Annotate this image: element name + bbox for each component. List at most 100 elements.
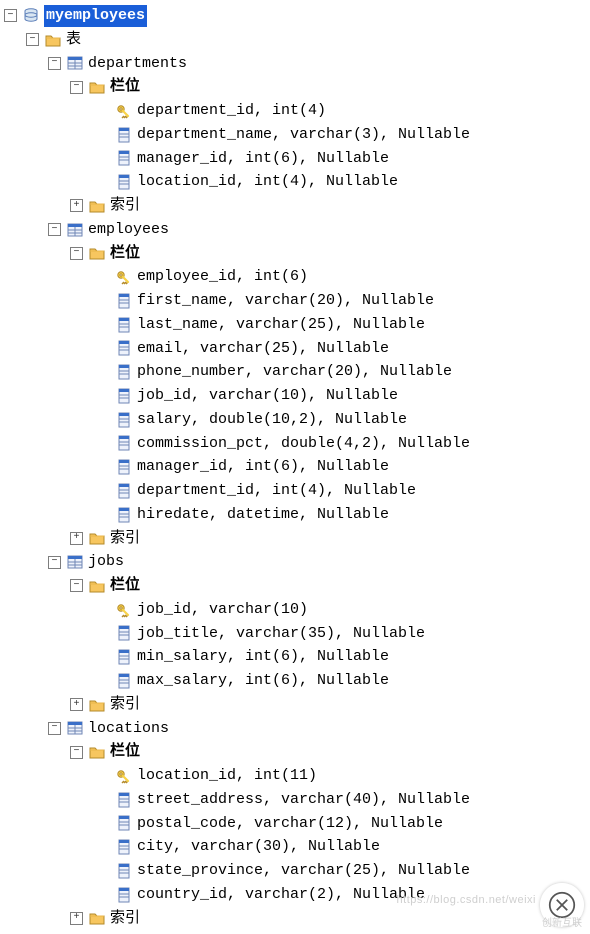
spacer [92,318,110,331]
collapse-icon[interactable]: − [70,746,83,759]
indexes-label: 索引 [110,195,140,217]
folder-icon [88,697,106,713]
table-node-jobs[interactable]: − jobs [4,550,590,574]
columns-node[interactable]: − 栏位 [4,740,590,764]
column-node[interactable]: city, varchar(30), Nullable [4,835,590,859]
column-node[interactable]: email, varchar(25), Nullable [4,337,590,361]
spacer [92,342,110,355]
table-node-locations[interactable]: − locations [4,717,590,741]
db-name[interactable]: myemployees [44,5,147,27]
schema-tree: − myemployees − 表 − departments − 栏位 dep… [4,4,590,930]
columns-node[interactable]: − 栏位 [4,574,590,598]
collapse-icon[interactable]: − [70,247,83,260]
column-node[interactable]: location_id, int(4), Nullable [4,170,590,194]
key-icon [115,103,133,119]
spacer [92,841,110,854]
collapse-icon[interactable]: − [26,33,39,46]
expand-icon[interactable]: + [70,199,83,212]
column-node[interactable]: min_salary, int(6), Nullable [4,645,590,669]
watermark-text: 创新互联 [542,917,582,932]
collapse-icon[interactable]: − [70,579,83,592]
collapse-icon[interactable]: − [70,81,83,94]
column-node[interactable]: max_salary, int(6), Nullable [4,669,590,693]
column-text: employee_id, int(6) [137,266,308,288]
table-icon [66,55,84,71]
folder-icon [88,910,106,926]
column-text: city, varchar(30), Nullable [137,836,380,858]
indexes-node[interactable]: + 索引 [4,907,590,931]
column-icon [115,459,133,475]
column-icon [115,150,133,166]
column-node[interactable]: manager_id, int(6), Nullable [4,455,590,479]
spacer [92,294,110,307]
folder-icon [88,530,106,546]
column-node[interactable]: state_province, varchar(25), Nullable [4,859,590,883]
column-node[interactable]: phone_number, varchar(20), Nullable [4,360,590,384]
column-text: manager_id, int(6), Nullable [137,456,389,478]
column-icon [115,340,133,356]
column-node[interactable]: last_name, varchar(25), Nullable [4,313,590,337]
folder-icon [88,245,106,261]
column-node[interactable]: job_id, varchar(10) [4,598,590,622]
expand-icon[interactable]: + [70,532,83,545]
column-node[interactable]: department_name, varchar(3), Nullable [4,123,590,147]
column-node[interactable]: department_id, int(4), Nullable [4,479,590,503]
collapse-icon[interactable]: − [48,223,61,236]
column-icon [115,839,133,855]
column-text: state_province, varchar(25), Nullable [137,860,470,882]
spacer [92,389,110,402]
expand-icon[interactable]: + [70,698,83,711]
column-icon [115,364,133,380]
collapse-icon[interactable]: − [48,722,61,735]
columns-label: 栏位 [110,575,140,597]
folder-icon [88,744,106,760]
folder-icon [88,578,106,594]
column-text: last_name, varchar(25), Nullable [137,314,425,336]
db-node[interactable]: − myemployees [4,4,590,28]
column-node[interactable]: street_address, varchar(40), Nullable [4,788,590,812]
spacer [92,128,110,141]
columns-node[interactable]: − 栏位 [4,242,590,266]
column-node[interactable]: department_id, int(4) [4,99,590,123]
column-node[interactable]: employee_id, int(6) [4,265,590,289]
expand-icon[interactable]: + [70,912,83,925]
column-text: phone_number, varchar(20), Nullable [137,361,452,383]
indexes-node[interactable]: + 索引 [4,527,590,551]
collapse-icon[interactable]: − [48,556,61,569]
column-node[interactable]: job_id, varchar(10), Nullable [4,384,590,408]
column-node[interactable]: first_name, varchar(20), Nullable [4,289,590,313]
column-node[interactable]: postal_code, varchar(12), Nullable [4,812,590,836]
table-node-departments[interactable]: − departments [4,52,590,76]
column-node[interactable]: salary, double(10,2), Nullable [4,408,590,432]
column-text: country_id, varchar(2), Nullable [137,884,425,906]
collapse-icon[interactable]: − [48,57,61,70]
spacer [92,603,110,616]
column-node[interactable]: manager_id, int(6), Nullable [4,147,590,171]
column-text: email, varchar(25), Nullable [137,338,389,360]
folder-icon [44,32,62,48]
column-node[interactable]: hiredate, datetime, Nullable [4,503,590,527]
columns-node[interactable]: − 栏位 [4,75,590,99]
spacer [92,817,110,830]
column-node[interactable]: location_id, int(11) [4,764,590,788]
columns-label: 栏位 [110,243,140,265]
spacer [92,437,110,450]
tables-node[interactable]: − 表 [4,28,590,52]
collapse-icon[interactable]: − [4,9,17,22]
column-text: salary, double(10,2), Nullable [137,409,407,431]
column-icon [115,293,133,309]
indexes-node[interactable]: + 索引 [4,194,590,218]
folder-icon [88,79,106,95]
table-icon [66,554,84,570]
table-node-employees[interactable]: − employees [4,218,590,242]
column-icon [115,483,133,499]
column-text: department_id, int(4) [137,100,326,122]
indexes-node[interactable]: + 索引 [4,693,590,717]
database-icon [22,8,40,24]
column-node[interactable]: commission_pct, double(4,2), Nullable [4,432,590,456]
column-text: commission_pct, double(4,2), Nullable [137,433,470,455]
column-node[interactable]: job_title, varchar(35), Nullable [4,622,590,646]
column-text: job_title, varchar(35), Nullable [137,623,425,645]
column-icon [115,815,133,831]
column-icon [115,174,133,190]
